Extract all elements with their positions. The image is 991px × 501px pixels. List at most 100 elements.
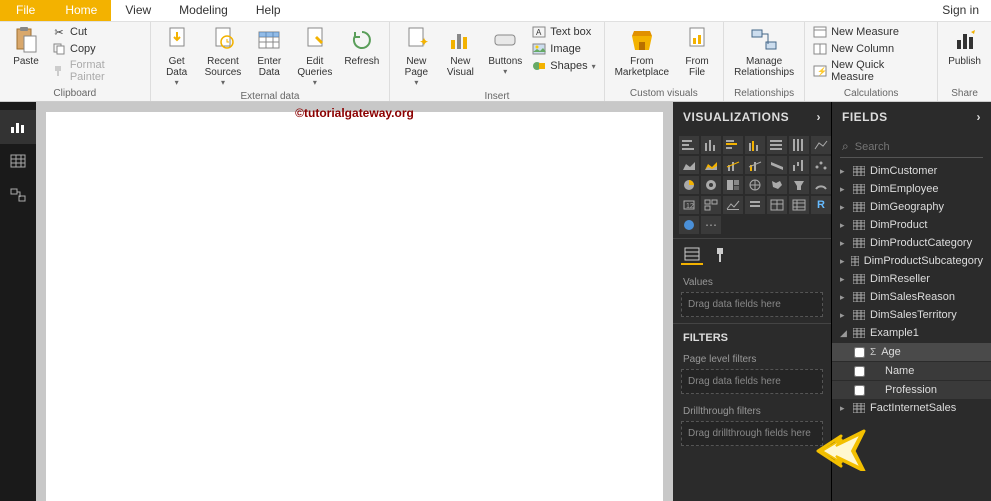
- table-row[interactable]: ▸DimGeography: [832, 198, 991, 216]
- viz-stacked-column[interactable]: [701, 136, 721, 154]
- viz-stacked-area[interactable]: [701, 156, 721, 174]
- drillthrough-drop-zone[interactable]: Drag drillthrough fields here: [681, 421, 823, 446]
- viz-arcgis[interactable]: [679, 216, 699, 234]
- data-view-button[interactable]: [0, 144, 36, 178]
- from-marketplace-button[interactable]: From Marketplace: [611, 24, 673, 80]
- viz-donut[interactable]: [701, 176, 721, 194]
- viz-scatter[interactable]: [811, 156, 831, 174]
- table-row[interactable]: ▸DimEmployee: [832, 180, 991, 198]
- quick-measure-icon: ⚡: [813, 64, 827, 78]
- viz-line-col[interactable]: [723, 156, 743, 174]
- viz-funnel[interactable]: [789, 176, 809, 194]
- field-row[interactable]: ΣAge: [832, 342, 991, 361]
- recent-sources-button[interactable]: Recent Sources▾: [201, 24, 246, 89]
- buttons-button[interactable]: Buttons▾: [484, 24, 526, 78]
- fields-search[interactable]: ⌕: [840, 136, 983, 158]
- viz-waterfall[interactable]: [789, 156, 809, 174]
- viz-card[interactable]: 12: [679, 196, 699, 214]
- expand-icon: ▸: [840, 403, 848, 414]
- viz-stacked-bar[interactable]: [679, 136, 699, 154]
- table-row[interactable]: ▸FactInternetSales: [832, 399, 991, 417]
- viz-gauge[interactable]: [811, 176, 831, 194]
- field-row[interactable]: Name: [832, 361, 991, 380]
- modeling-tab[interactable]: Modeling: [165, 0, 242, 21]
- field-checkbox[interactable]: [854, 366, 865, 377]
- enter-data-button[interactable]: Enter Data: [249, 24, 289, 80]
- table-row[interactable]: ▸DimSalesReason: [832, 288, 991, 306]
- new-visual-button[interactable]: New Visual: [440, 24, 480, 80]
- field-row[interactable]: Profession: [832, 380, 991, 399]
- report-canvas[interactable]: [46, 112, 663, 501]
- table-row[interactable]: ▸DimProductSubcategory: [832, 252, 991, 270]
- refresh-button[interactable]: Refresh: [340, 24, 383, 69]
- viz-kpi[interactable]: [723, 196, 743, 214]
- shapes-button[interactable]: Shapes ▾: [530, 58, 597, 74]
- home-tab[interactable]: Home: [51, 0, 111, 21]
- viz-slicer[interactable]: [745, 196, 765, 214]
- viz-custom[interactable]: ⋯: [701, 216, 721, 234]
- new-page-button[interactable]: ✦New Page▾: [396, 24, 436, 89]
- page-filters-drop-zone[interactable]: Drag data fields here: [681, 369, 823, 394]
- values-drop-zone[interactable]: Drag data fields here: [681, 292, 823, 317]
- view-tab[interactable]: View: [111, 0, 165, 21]
- field-checkbox[interactable]: [854, 347, 865, 358]
- format-tab[interactable]: [709, 245, 731, 265]
- field-name: Age: [881, 346, 901, 358]
- viz-table[interactable]: [767, 196, 787, 214]
- help-tab[interactable]: Help: [242, 0, 295, 21]
- group-label: Calculations: [811, 86, 931, 101]
- viz-r[interactable]: R: [811, 196, 831, 214]
- buttons-icon: [491, 26, 519, 54]
- viz-clustered-bar[interactable]: [723, 136, 743, 154]
- viz-treemap[interactable]: [723, 176, 743, 194]
- image-button[interactable]: Image: [530, 41, 597, 57]
- svg-text:✦: ✦: [419, 35, 428, 49]
- format-painter-button[interactable]: Format Painter: [50, 58, 144, 84]
- text-box-button[interactable]: AText box: [530, 24, 597, 40]
- table-row[interactable]: ▸DimSalesTerritory: [832, 306, 991, 324]
- group-label: Share: [944, 86, 985, 101]
- table-row[interactable]: ◢Example1: [832, 324, 991, 342]
- report-view-button[interactable]: [0, 110, 36, 144]
- viz-pie[interactable]: [679, 176, 699, 194]
- viz-map[interactable]: [745, 176, 765, 194]
- new-measure-button[interactable]: New Measure: [811, 24, 931, 40]
- viz-line[interactable]: [811, 136, 831, 154]
- viz-area[interactable]: [679, 156, 699, 174]
- table-row[interactable]: ▸DimCustomer: [832, 162, 991, 180]
- fields-tab[interactable]: [681, 245, 703, 265]
- table-row[interactable]: ▸DimProductCategory: [832, 234, 991, 252]
- publish-button[interactable]: Publish: [944, 24, 985, 69]
- sign-in-link[interactable]: Sign in: [930, 0, 991, 21]
- table-name: DimProductCategory: [870, 237, 972, 249]
- column-icon: [813, 42, 827, 56]
- table-name: DimReseller: [870, 273, 930, 285]
- model-view-button[interactable]: [0, 178, 36, 212]
- viz-100-column[interactable]: [789, 136, 809, 154]
- viz-multi-card[interactable]: [701, 196, 721, 214]
- from-file-button[interactable]: From File: [677, 24, 717, 80]
- manage-relationships-button[interactable]: Manage Relationships: [730, 24, 798, 80]
- new-column-button[interactable]: New Column: [811, 41, 931, 57]
- cut-button[interactable]: ✂Cut: [50, 24, 144, 40]
- viz-matrix[interactable]: [789, 196, 809, 214]
- new-quick-measure-button[interactable]: ⚡New Quick Measure: [811, 58, 931, 84]
- search-input[interactable]: [855, 141, 991, 153]
- edit-queries-button[interactable]: Edit Queries▾: [293, 24, 336, 89]
- table-row[interactable]: ▸DimProduct: [832, 216, 991, 234]
- viz-ribbon[interactable]: [767, 156, 787, 174]
- paste-button[interactable]: Paste: [6, 24, 46, 69]
- viz-filled-map[interactable]: [767, 176, 787, 194]
- get-data-icon: [163, 26, 191, 54]
- viz-100-bar[interactable]: [767, 136, 787, 154]
- viz-clustered-column[interactable]: [745, 136, 765, 154]
- ribbon: Paste ✂Cut Copy Format Painter Clipboard…: [0, 22, 991, 102]
- copy-button[interactable]: Copy: [50, 41, 144, 57]
- table-row[interactable]: ▸DimReseller: [832, 270, 991, 288]
- get-data-button[interactable]: Get Data▾: [157, 24, 197, 89]
- fields-header[interactable]: FIELDS ›: [832, 102, 991, 132]
- visualizations-header[interactable]: VISUALIZATIONS ›: [673, 102, 831, 132]
- viz-line-col2[interactable]: [745, 156, 765, 174]
- file-tab[interactable]: File: [0, 0, 51, 21]
- field-checkbox[interactable]: [854, 385, 865, 396]
